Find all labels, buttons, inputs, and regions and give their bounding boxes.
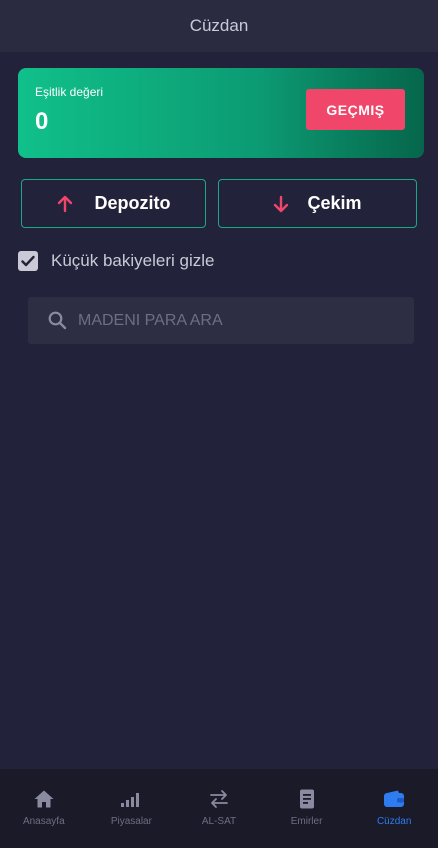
swap-icon	[208, 789, 230, 809]
history-button[interactable]: GEÇMIŞ	[306, 89, 405, 130]
equity-value: 0	[35, 108, 49, 135]
withdraw-label: Çekim	[307, 193, 362, 213]
hide-small-balances-toggle[interactable]: Küçük bakiyeleri gizle	[18, 249, 214, 273]
arrow-up-icon	[57, 195, 72, 212]
coin-search-input[interactable]	[78, 297, 398, 344]
coin-search-box[interactable]	[28, 297, 414, 344]
bar-chart-icon	[120, 789, 142, 809]
nav-item-markets[interactable]: Piyasalar	[88, 769, 176, 848]
nav-label-wallet: Cüzdan	[376, 816, 412, 827]
home-icon	[33, 789, 55, 809]
checkmark-icon	[21, 255, 35, 267]
wallet-icon	[383, 789, 405, 809]
hide-small-balances-label: Küçük bakiyeleri gizle	[51, 251, 215, 270]
nav-item-wallet[interactable]: Cüzdan	[350, 769, 438, 848]
nav-label-home: Anasayfa	[22, 816, 65, 827]
nav-label-orders: Emirler	[290, 816, 323, 827]
nav-label-trade: AL-SAT	[201, 816, 237, 827]
equity-card: Eşitlik değeri 0 GEÇMIŞ	[18, 68, 424, 158]
nav-item-trade[interactable]: AL-SAT	[175, 769, 263, 848]
equity-label: Eşitlik değeri	[35, 85, 104, 99]
top-bar: Cüzdan	[0, 0, 438, 52]
deposit-label: Depozito	[94, 193, 171, 213]
nav-item-home[interactable]: Anasayfa	[0, 769, 88, 848]
document-icon	[296, 789, 318, 809]
arrow-down-icon	[274, 195, 289, 212]
search-icon	[48, 311, 67, 335]
nav-label-markets: Piyasalar	[110, 816, 152, 827]
hide-small-balances-checkbox[interactable]	[18, 251, 38, 271]
withdraw-button[interactable]: Çekim	[218, 179, 417, 228]
nav-item-orders[interactable]: Emirler	[263, 769, 351, 848]
deposit-button[interactable]: Depozito	[21, 179, 206, 228]
page-title: Cüzdan	[189, 16, 249, 35]
bottom-nav: Anasayfa Piyasalar AL-SAT Emirler Cüzdan	[0, 769, 438, 848]
